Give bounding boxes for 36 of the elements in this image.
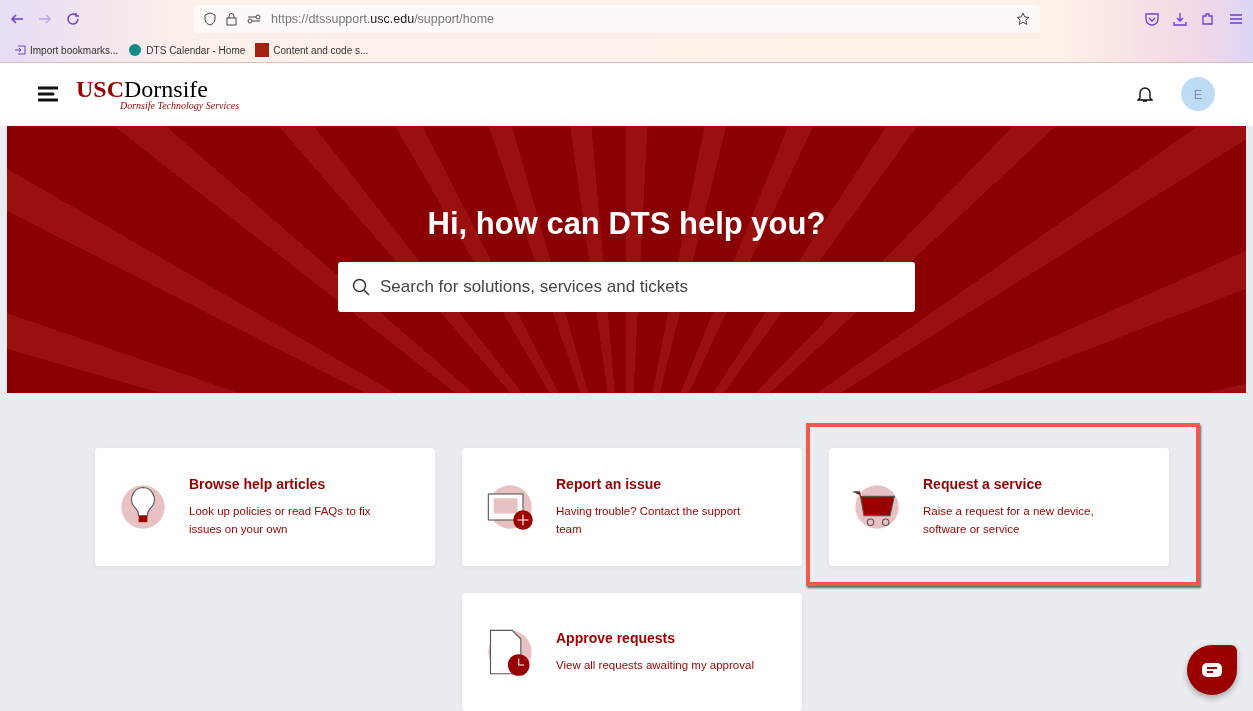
card-description: Having trouble? Contact the support team xyxy=(556,504,742,537)
card-description: View all requests awaiting my approval xyxy=(556,658,755,673)
address-bar[interactable]: https://dtssupport.usc.edu/support/home xyxy=(194,5,1040,33)
search-field[interactable]: Search for solutions, services and tickets xyxy=(338,261,915,312)
pocket-icon[interactable] xyxy=(1145,12,1159,26)
card-title: Report an issue xyxy=(556,476,663,492)
card-title: Approve requests xyxy=(556,630,677,646)
menu-icon[interactable] xyxy=(38,86,58,103)
star-icon[interactable] xyxy=(1016,12,1030,26)
card-title: Browse help articles xyxy=(189,476,327,492)
extensions-icon[interactable] xyxy=(1201,12,1215,26)
bookmark[interactable]: Content and code s... xyxy=(255,43,369,57)
url-text: https://dtssupport.usc.edu/support/home xyxy=(271,12,496,26)
service-card[interactable]: Browse help articles Look up policies or read FAQs to fix issues on your own xyxy=(95,448,435,566)
bookmark[interactable]: Import bookmarks... xyxy=(14,44,119,56)
chat-button[interactable] xyxy=(1187,645,1237,695)
bookmark[interactable]: DTS Calendar - Home xyxy=(128,43,246,57)
card-description: Raise a request for a new device, software or service xyxy=(923,504,1095,537)
hero-title: Hi, how can DTS help you? xyxy=(427,205,826,242)
download-icon[interactable] xyxy=(1173,12,1187,26)
shield-icon xyxy=(204,12,216,26)
site-icon xyxy=(255,43,270,57)
import-icon xyxy=(14,44,26,56)
lock-icon xyxy=(226,12,237,26)
bell-icon[interactable] xyxy=(1137,85,1153,104)
reload-icon[interactable] xyxy=(66,12,80,26)
service-card[interactable]: Approve requests View all requests awaiting my approval xyxy=(462,593,802,711)
service-card[interactable]: Request a service Raise a request for a new device, software or service xyxy=(829,448,1169,566)
logo[interactable]: USCDornsife Dornsife Technology Services xyxy=(76,77,240,112)
permissions-icon xyxy=(247,14,261,24)
search-icon xyxy=(352,277,370,296)
card-title: Request a service xyxy=(923,476,1044,492)
card-description: Look up policies or read FAQs to fix issues on your own xyxy=(189,504,372,537)
back-icon[interactable] xyxy=(10,12,24,26)
chat-icon xyxy=(1202,663,1222,677)
service-card[interactable]: Report an issue Having trouble? Contact the support team xyxy=(462,448,802,566)
